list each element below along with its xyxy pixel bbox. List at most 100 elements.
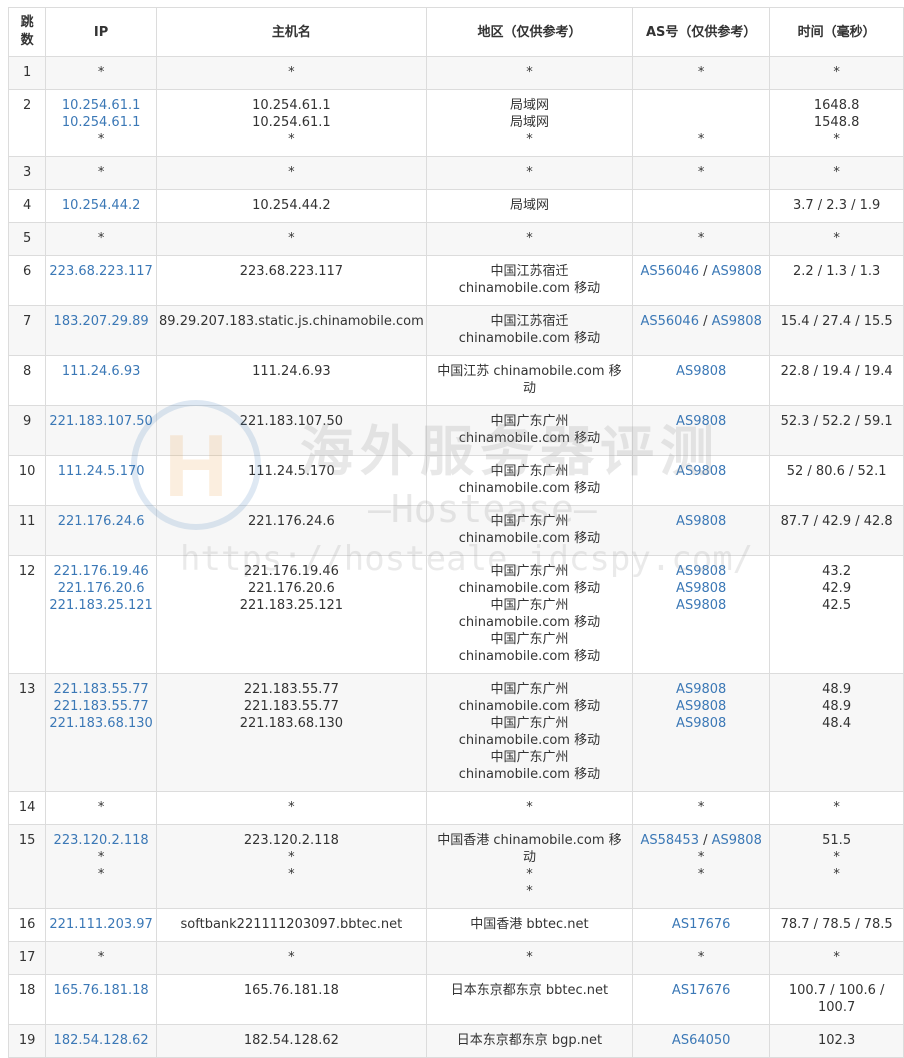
ip-link[interactable]: 10.254.44.2 xyxy=(48,197,154,214)
host-text: 221.183.25.121 xyxy=(239,598,344,613)
time-cell: * xyxy=(769,791,904,825)
ip-link[interactable]: 221.183.55.77 xyxy=(48,698,154,715)
as-link[interactable]: AS9808 xyxy=(676,414,726,429)
host-text: * xyxy=(288,165,295,180)
ip-link[interactable]: 111.24.5.170 xyxy=(48,463,154,480)
as-link[interactable]: AS58453 xyxy=(640,833,699,848)
as-link[interactable]: AS9808 xyxy=(676,581,726,596)
geo-text: * xyxy=(526,867,533,882)
time-text: * xyxy=(833,867,840,882)
ip-link[interactable]: 182.54.128.62 xyxy=(48,1032,154,1049)
ip-link[interactable]: 223.68.223.117 xyxy=(48,263,154,280)
table-row: 7 183.207.29.89 89.29.207.183.static.js.ch… xyxy=(7,305,904,356)
hop-cell: 18 xyxy=(7,974,47,1025)
table-row: 11 221.176.24.6 221.176.24.6 中国广东广州 chinamo… xyxy=(7,505,904,556)
as-link[interactable]: AS9808 xyxy=(676,598,726,613)
time-text: * xyxy=(833,132,840,147)
as-link[interactable]: AS64050 xyxy=(672,1033,731,1048)
as-line: * xyxy=(635,866,767,883)
geo-text: 中国香港 chinamobile.com 移动 xyxy=(437,833,622,865)
as-cell: AS9808 xyxy=(632,455,771,506)
table-row: 10 111.24.5.170 111.24.5.170 中国广东广州 chinamo… xyxy=(7,455,904,506)
ip-link[interactable]: 111.24.6.93 xyxy=(48,363,154,380)
ip-text: * xyxy=(97,850,105,865)
ip-link[interactable]: 183.207.29.89 xyxy=(48,313,154,330)
time-text: 2.2 / 1.3 / 1.3 xyxy=(792,264,881,279)
as-line: * xyxy=(635,949,767,966)
time-cell: 2.2 / 1.3 / 1.3 xyxy=(769,255,904,306)
ip-cell: 221.176.19.46 221.176.20.6 221.183.25.121 xyxy=(45,555,158,674)
as-link[interactable]: AS9808 xyxy=(676,699,726,714)
geo-cell: 局域网 局域网 * xyxy=(425,89,634,157)
hop-cell: 9 xyxy=(7,405,47,456)
as-link[interactable]: AS9808 xyxy=(712,833,762,848)
table-row: 13 221.183.55.77 221.183.55.77 221.183.68.1… xyxy=(7,673,904,792)
header-as: AS号（仅供参考） xyxy=(632,7,771,57)
time-cell: 43.2 42.9 42.5 xyxy=(769,555,904,674)
ip-link[interactable]: 221.183.107.50 xyxy=(48,413,154,430)
host-cell: 10.254.44.2 xyxy=(156,189,427,223)
host-text: softbank221111203097.bbtec.net xyxy=(180,917,403,932)
time-cell: 102.3 xyxy=(769,1024,904,1058)
geo-cell: 中国广东广州 chinamobile.com 移动 中国广东广州 chinamob… xyxy=(425,555,634,674)
as-link[interactable]: AS17676 xyxy=(672,917,731,932)
ip-cell: 10.254.44.2 xyxy=(45,189,158,223)
ip-link[interactable]: 165.76.181.18 xyxy=(48,982,154,999)
table-row: 2 10.254.61.1 10.254.61.1 * 10.254.61.1 10.25… xyxy=(7,89,904,157)
host-text: 223.120.2.118 xyxy=(243,833,339,848)
ip-link[interactable]: 221.111.203.97 xyxy=(48,916,154,933)
as-text: * xyxy=(697,867,705,882)
as-cell: AS9808 AS9808 AS9808 xyxy=(632,673,771,792)
geo-text: 中国广东广州 chinamobile.com 移动 xyxy=(458,514,601,546)
host-cell: 165.76.181.18 xyxy=(156,974,427,1025)
as-link[interactable]: AS9808 xyxy=(676,564,726,579)
as-line: * xyxy=(635,131,767,148)
ip-text: * xyxy=(97,231,105,246)
ip-link[interactable]: 10.254.61.1 xyxy=(48,114,154,131)
ip-link[interactable]: 10.254.61.1 xyxy=(48,97,154,114)
time-cell: 100.7 / 100.6 / 100.7 xyxy=(769,974,904,1025)
geo-text: * xyxy=(526,165,533,180)
table-row: 5 * * * * * xyxy=(7,222,904,256)
ip-link[interactable]: 223.120.2.118 xyxy=(48,832,154,849)
host-text: * xyxy=(288,850,295,865)
as-link[interactable]: AS9808 xyxy=(676,716,726,731)
as-link[interactable]: AS17676 xyxy=(672,983,731,998)
as-link[interactable]: AS9808 xyxy=(676,364,726,379)
as-link[interactable]: AS56046 xyxy=(640,314,699,329)
hop-cell: 17 xyxy=(7,941,47,975)
as-line xyxy=(635,197,767,214)
hop-cell: 19 xyxy=(7,1024,47,1058)
as-line: AS9808 xyxy=(635,580,767,597)
as-cell: AS58453 / AS9808 * * xyxy=(632,824,771,909)
as-link[interactable]: AS9808 xyxy=(712,264,762,279)
ip-text: * xyxy=(97,800,105,815)
as-line xyxy=(635,97,767,114)
ip-link[interactable]: 221.183.25.121 xyxy=(48,597,154,614)
ip-link[interactable]: 221.176.24.6 xyxy=(48,513,154,530)
as-text: * xyxy=(697,800,705,815)
as-line: AS9808 xyxy=(635,413,767,430)
header-host: 主机名 xyxy=(156,7,427,57)
as-link[interactable]: AS9808 xyxy=(676,514,726,529)
as-line: AS9808 xyxy=(635,715,767,732)
geo-text: * xyxy=(526,65,533,80)
host-text: 221.176.19.46 xyxy=(243,564,339,579)
as-cell: * xyxy=(632,791,771,825)
geo-cell: 中国广东广州 chinamobile.com 移动 xyxy=(425,455,634,506)
header-time: 时间（毫秒） xyxy=(769,7,904,57)
host-text: * xyxy=(288,950,295,965)
ip-link[interactable]: 221.176.19.46 xyxy=(48,563,154,580)
as-link[interactable]: AS56046 xyxy=(640,264,699,279)
header-ip: IP xyxy=(45,7,158,57)
as-line: * xyxy=(635,230,767,247)
time-text: * xyxy=(833,65,840,80)
host-text: 165.76.181.18 xyxy=(243,983,339,998)
ip-link[interactable]: 221.183.68.130 xyxy=(48,715,154,732)
time-text: 52 / 80.6 / 52.1 xyxy=(786,464,887,479)
as-link[interactable]: AS9808 xyxy=(676,464,726,479)
ip-link[interactable]: 221.176.20.6 xyxy=(48,580,154,597)
ip-link[interactable]: 221.183.55.77 xyxy=(48,681,154,698)
as-link[interactable]: AS9808 xyxy=(712,314,762,329)
as-link[interactable]: AS9808 xyxy=(676,682,726,697)
